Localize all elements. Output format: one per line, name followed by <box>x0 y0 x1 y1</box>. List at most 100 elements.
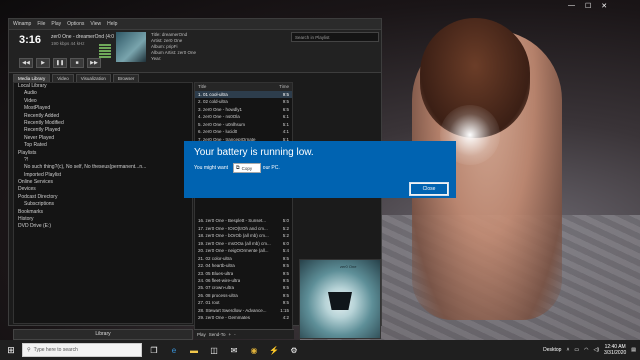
close-window-button[interactable]: ✕ <box>601 2 607 10</box>
playlist-row-duration: 9:5 <box>282 263 289 269</box>
volume-icon[interactable]: ◁) <box>594 347 600 353</box>
copy-tooltip[interactable]: ⧉ Copy <box>233 163 261 173</box>
playlist-row[interactable] <box>195 210 292 217</box>
library-tree-item[interactable]: Subscriptions <box>14 201 192 208</box>
playlist-search-input[interactable]: Search in Playlist <box>291 32 379 42</box>
mail-icon[interactable]: ✉ <box>226 342 242 358</box>
playlist-row[interactable]: 5. zer0 One - u0nlhsum 5:1 <box>195 121 292 128</box>
remove-button[interactable]: - <box>234 330 236 339</box>
playlist-row[interactable]: 29. zer0 One - Gemmates 4:2 <box>195 314 292 321</box>
playlist-row[interactable]: 20. zer0 One - neigOOrmente (all... 5:4 <box>195 247 292 254</box>
playlist-row[interactable]: 28. Stewart Swerdlow - Advance... 1:15 <box>195 307 292 314</box>
library-tree-item[interactable]: Bookmarks <box>14 209 192 216</box>
playlist-row[interactable]: 22. 04 heartb-ultra 9:5 <box>195 262 292 269</box>
taskbar-search-input[interactable]: ⚲ Type here to search <box>22 343 142 357</box>
library-tree-item[interactable]: Never Played <box>14 135 192 142</box>
playlist-row-duration: 5:2 <box>282 225 289 231</box>
library-button[interactable]: Library <box>13 329 193 340</box>
taskbar: ⊞ ⚲ Type here to search ❐ e ▬ ◫ ✉ ◉ ⚡ ⚙ … <box>0 340 640 360</box>
playlist-row[interactable]: 16. zer0 One - Besplett - Sunset... 5:0 <box>195 217 292 224</box>
playlist-row[interactable]: 17. zer0 One - tOrO(trOh and cm... 5:2 <box>195 225 292 232</box>
playlist-row[interactable]: 2. 02 cold-ultra 9:5 <box>195 98 292 105</box>
add-button[interactable]: + <box>229 330 232 339</box>
file-explorer-icon[interactable]: ▬ <box>186 342 202 358</box>
send-to-button[interactable]: Send-To <box>209 330 226 339</box>
library-tree-item[interactable]: Recently Modified <box>14 120 192 127</box>
close-button[interactable]: Close <box>409 182 449 196</box>
playlist-row-duration: 5:0 <box>282 218 289 224</box>
play-button[interactable]: Play <box>197 330 206 339</box>
playlist-row-duration: 9:5 <box>282 92 289 97</box>
library-tree-item[interactable]: Online Services <box>14 179 192 186</box>
playlist-row-duration: 9:5 <box>282 277 289 283</box>
menu-play[interactable]: Play <box>51 21 61 27</box>
playlist-row[interactable]: 18. zer0 One - bOrOb (all mb) cm... 5:2 <box>195 232 292 239</box>
playlist-row[interactable] <box>195 203 292 210</box>
pause-icon[interactable]: ❚❚ <box>53 58 67 68</box>
desktop-label[interactable]: Desktop <box>543 347 561 353</box>
playlist-row[interactable]: 3. zer0 One - howdly1 6:5 <box>195 106 292 113</box>
playlist-row[interactable]: 23. 05 Blues-ultra 9:5 <box>195 270 292 277</box>
album-art-thumbnail <box>116 32 146 62</box>
search-icon: ⚲ <box>27 347 31 353</box>
maximize-button[interactable]: ☐ <box>585 2 591 10</box>
playlist-row-title: 2. 02 cold-ultra <box>198 99 228 105</box>
library-tree-item[interactable]: Top Rated <box>14 142 192 149</box>
playlist-row-duration: 1:15 <box>280 307 289 313</box>
next-icon[interactable]: ▶▶ <box>87 58 101 68</box>
library-tree-item[interactable]: Recently Added <box>14 113 192 120</box>
settings-icon[interactable]: ⚙ <box>286 342 302 358</box>
playlist-row-title: 26. 08 process-ultra <box>198 292 238 298</box>
library-tree-item[interactable]: MostPlayed <box>14 105 192 112</box>
bitrate-info: 190 kbps 44 kHz <box>51 41 85 46</box>
clock[interactable]: 12:40 AM 3/31/2020 <box>604 344 626 356</box>
winamp-icon[interactable]: ⚡ <box>266 342 282 358</box>
menu-winamp[interactable]: Winamp <box>13 21 31 27</box>
library-tree-item[interactable]: Recently Played <box>14 127 192 134</box>
previous-icon[interactable]: ◀◀ <box>19 58 33 68</box>
chevron-up-icon[interactable]: ˄ <box>566 347 569 353</box>
playlist-row[interactable]: 25. 07 crown-ultra 9:5 <box>195 284 292 291</box>
library-tree-item[interactable]: Video <box>14 98 192 105</box>
playlist-row-duration: 9:5 <box>282 300 289 306</box>
playlist-row[interactable]: 26. 08 process-ultra 9:5 <box>195 292 292 299</box>
playlist-row[interactable]: 19. zer0 One - msOOa (all mb) cm... 6:0 <box>195 240 292 247</box>
playlist-row[interactable]: 21. 02 color-ultra 9:5 <box>195 255 292 262</box>
windows-start-icon[interactable]: ⊞ <box>0 340 22 360</box>
task-view-icon[interactable]: ❐ <box>146 342 162 358</box>
library-tree-item[interactable]: DVD Drive (E:) <box>14 223 192 230</box>
minimize-button[interactable]: — <box>568 2 575 10</box>
col-time[interactable]: Time <box>279 83 289 91</box>
playlist-row[interactable]: 27. 01 root 9:5 <box>195 299 292 306</box>
library-tree-item[interactable]: Devices <box>14 186 192 193</box>
library-tree-item[interactable]: History <box>14 216 192 223</box>
library-tree-item[interactable]: Audio <box>14 90 192 97</box>
library-tree-item[interactable]: Imported Playlist <box>14 172 192 179</box>
menu-file[interactable]: File <box>37 21 45 27</box>
library-tree-item[interactable]: Podcast Directory <box>14 194 192 201</box>
chrome-icon[interactable]: ◉ <box>246 342 262 358</box>
library-tree-item[interactable]: Playlists <box>14 150 192 157</box>
play-icon[interactable]: ▶ <box>36 58 50 68</box>
menu-view[interactable]: View <box>90 21 101 27</box>
library-tree-item[interactable]: No such thing?(c), No self, No theseus(p… <box>14 164 192 171</box>
edge-icon[interactable]: e <box>166 342 182 358</box>
playlist-row[interactable]: 6. zer0 One - lucid0 4:1 <box>195 128 292 135</box>
library-tree-item[interactable]: ?! <box>14 157 192 164</box>
playlist-row-duration: 9:5 <box>282 285 289 291</box>
network-icon[interactable]: ◠ <box>584 347 588 353</box>
battery-icon[interactable]: ▭ <box>574 347 579 353</box>
stop-icon[interactable]: ■ <box>70 58 84 68</box>
library-tree-item[interactable]: Local Library <box>14 83 192 90</box>
col-title[interactable]: Title <box>198 83 206 91</box>
menu-help[interactable]: Help <box>107 21 117 27</box>
system-tray: Desktop ˄ ▭ ◠ ◁) 12:40 AM 3/31/2020 ▤ <box>543 340 636 360</box>
store-icon[interactable]: ◫ <box>206 342 222 358</box>
playlist-rows: 1. 01 cool-ultra 9:5 2. 02 cold-ultra 9:5 3.… <box>195 91 292 322</box>
notifications-icon[interactable]: ▤ <box>631 347 636 353</box>
playlist-row[interactable]: 4. zer0 One - ns0Ola 6:1 <box>195 113 292 120</box>
playlist-row-title: 25. 07 crown-ultra <box>198 285 235 291</box>
menu-options[interactable]: Options <box>67 21 84 27</box>
playlist-row[interactable]: 24. 06 fleet-wire-ultra 9:5 <box>195 277 292 284</box>
playlist-row[interactable]: 1. 01 cool-ultra 9:5 <box>195 91 292 99</box>
